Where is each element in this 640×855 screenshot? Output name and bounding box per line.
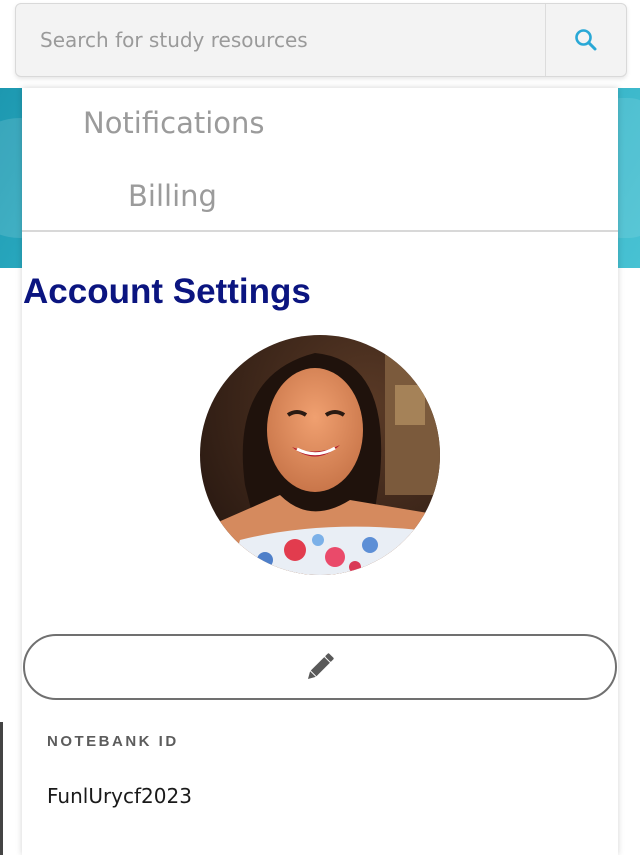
notebank-id-value: FunlUrycf2023 — [47, 784, 192, 808]
edit-profile-button[interactable] — [23, 634, 617, 700]
search-input[interactable] — [16, 4, 545, 76]
page-edge — [0, 722, 3, 855]
search-icon — [575, 29, 597, 51]
account-settings-page: Notifications Billing Account Settings — [0, 0, 640, 855]
menu-item-notifications[interactable]: Notifications — [83, 106, 265, 140]
search-bar — [15, 3, 627, 77]
menu-item-billing[interactable]: Billing — [128, 179, 217, 213]
avatar — [200, 335, 440, 575]
notebank-id-label: NOTEBANK ID — [47, 733, 179, 750]
search-button[interactable] — [545, 4, 626, 76]
pencil-icon — [307, 653, 334, 680]
menu-divider — [22, 230, 618, 232]
page-title: Account Settings — [23, 272, 311, 311]
